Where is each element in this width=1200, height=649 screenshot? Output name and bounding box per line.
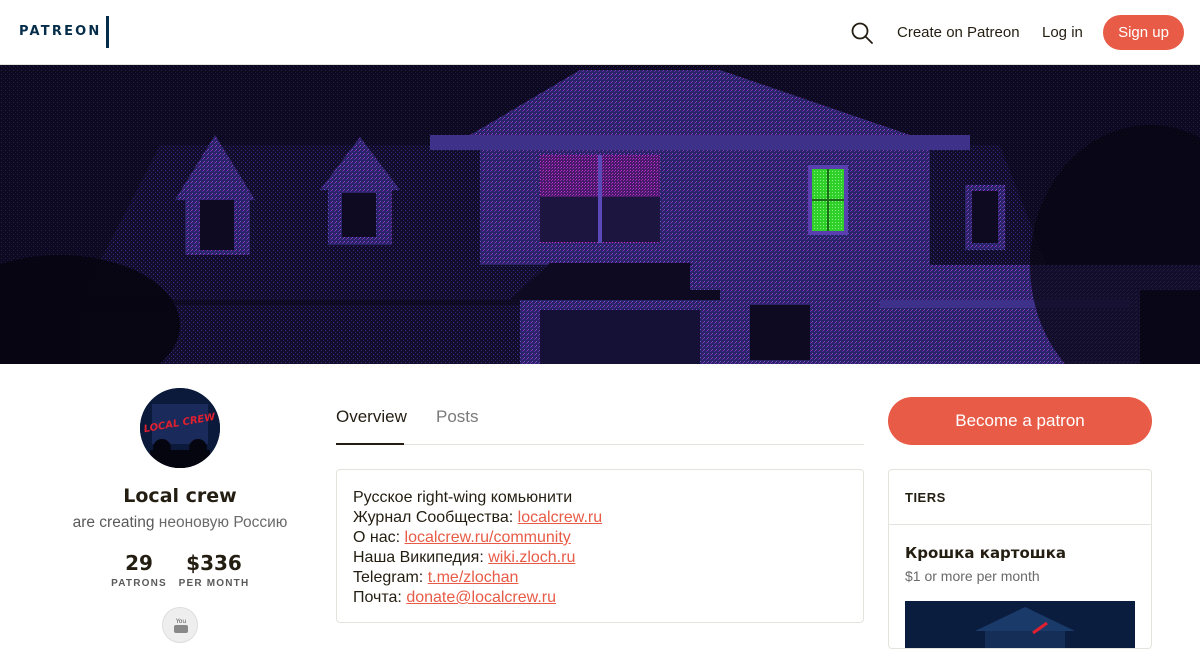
login-link[interactable]: Log in <box>1042 24 1083 41</box>
cover-banner <box>0 65 1200 364</box>
about-label: Telegram: <box>353 569 428 586</box>
creator-avatar[interactable]: LOCAL CREW <box>140 388 220 468</box>
house-at-night-banner-image <box>0 65 1200 364</box>
journal-link[interactable]: localcrew.ru <box>518 509 602 526</box>
tab-posts[interactable]: Posts <box>436 407 479 427</box>
tier-image <box>905 601 1135 648</box>
top-navigation-bar: PATREON Create on Patreon Log in Sign up <box>0 0 1200 65</box>
tiers-heading: TIERS <box>905 490 946 505</box>
youtube-icon[interactable]: You <box>162 607 198 643</box>
creating-prefix: are creating <box>72 514 155 531</box>
about-label: Почта: <box>353 589 407 606</box>
about-label: О нас: <box>353 529 405 546</box>
search-icon[interactable] <box>850 21 874 45</box>
about-line: Наша Википедия: wiki.zloch.ru <box>353 548 847 568</box>
about-line: Почта: donate@localcrew.ru <box>353 588 847 608</box>
about-card: Русское right-wing комьюнити Журнал Сооб… <box>336 469 864 623</box>
creating-what: неоновую Россию <box>158 514 288 531</box>
signup-button[interactable]: Sign up <box>1103 15 1184 50</box>
patrons-label: PATRONS <box>111 578 167 589</box>
patrons-count: 29 <box>125 551 153 575</box>
tab-overview[interactable]: Overview <box>336 407 407 427</box>
creator-tagline: are creating неоновую Россию <box>40 514 320 532</box>
about-line: Русское right-wing комьюнити <box>353 489 573 506</box>
patreon-logo[interactable]: PATREON <box>19 24 101 39</box>
earnings-label: PER MONTH <box>178 578 250 589</box>
wiki-link[interactable]: wiki.zloch.ru <box>488 549 575 566</box>
community-link[interactable]: localcrew.ru/community <box>405 529 571 546</box>
tiers-card: TIERS Крошка картошка $1 or more per mon… <box>888 469 1152 649</box>
active-tab-indicator <box>336 443 404 445</box>
about-label: Наша Википедия: <box>353 549 489 566</box>
svg-text:You: You <box>175 618 187 625</box>
create-on-patreon-link[interactable]: Create on Patreon <box>897 24 1020 41</box>
earnings-amount: $336 <box>186 551 242 575</box>
creator-name: Local crew <box>123 485 237 507</box>
about-line: О нас: localcrew.ru/community <box>353 528 847 548</box>
about-label: Журнал Сообщества: <box>353 509 518 526</box>
telegram-link[interactable]: t.me/zlochan <box>428 569 519 586</box>
about-line: Telegram: t.me/zlochan <box>353 568 847 588</box>
become-patron-button[interactable]: Become a patron <box>888 397 1152 445</box>
patreon-logo-mark[interactable] <box>106 16 109 48</box>
about-line: Журнал Сообщества: localcrew.ru <box>353 508 847 528</box>
tabs-divider <box>336 444 864 445</box>
email-link[interactable]: donate@localcrew.ru <box>406 589 556 606</box>
tier-price: $1 or more per month <box>905 568 1040 584</box>
tier-name: Крошка картошка <box>905 544 1067 562</box>
tiers-divider <box>889 524 1151 525</box>
